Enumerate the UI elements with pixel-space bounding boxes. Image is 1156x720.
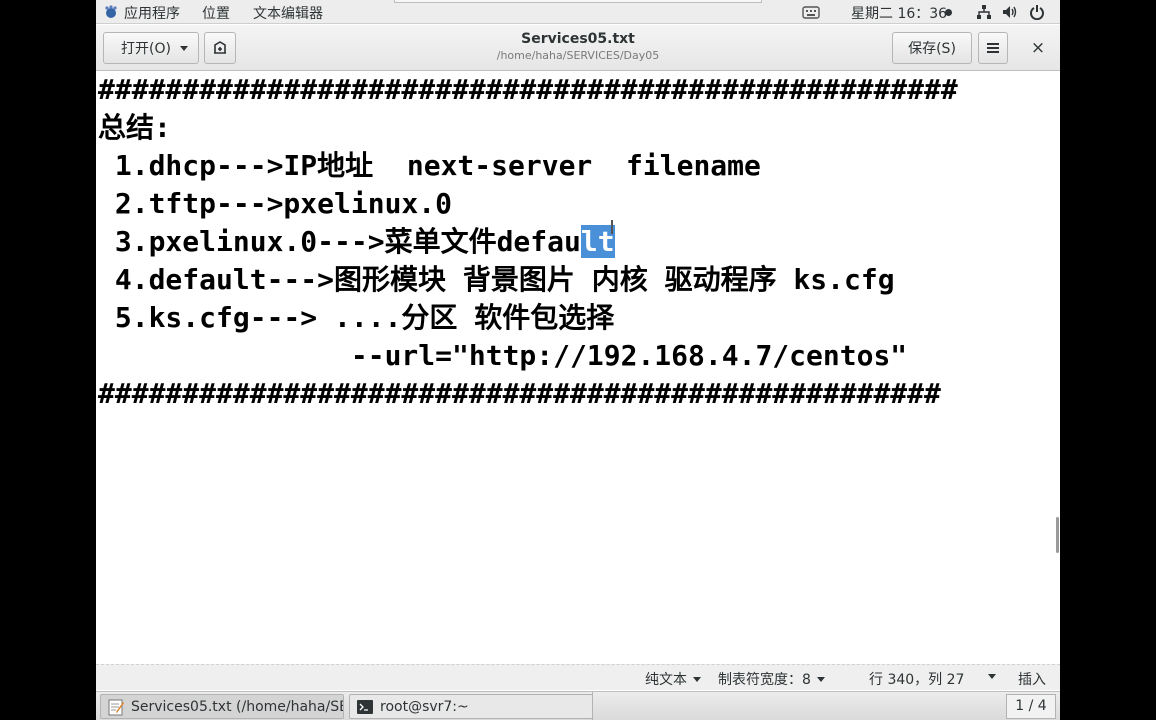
taskbar-item-label: Services05.txt (/home/haha/SERVIC··· xyxy=(131,698,343,715)
chevron-down-icon[interactable] xyxy=(988,674,996,679)
workspace-indicator[interactable]: 1 / 4 xyxy=(1006,694,1056,719)
file-path: /home/haha/SERVICES/Day05 xyxy=(496,49,660,62)
power-icon[interactable] xyxy=(1029,4,1045,20)
menu-button[interactable] xyxy=(978,32,1008,64)
chevron-down-icon xyxy=(816,676,825,682)
editor-line: 总结: xyxy=(98,111,171,144)
new-document-button[interactable] xyxy=(204,32,236,64)
text-selection: lt xyxy=(580,225,615,258)
scrollbar-thumb[interactable] xyxy=(1056,517,1059,553)
editor-line: 3.pxelinux.0--->菜单文件default xyxy=(98,224,615,260)
text-editor-menu[interactable]: 文本编辑器 xyxy=(253,3,323,23)
keyboard-icon[interactable] xyxy=(802,5,820,19)
taskbar-item-terminal[interactable]: root@svr7:~ xyxy=(349,694,593,719)
editor-line: 2.tftp--->pxelinux.0 xyxy=(98,187,453,220)
text-editor-icon xyxy=(108,699,124,715)
screen: 应用程序 位置 文本编辑器 星期二 16：36 打开(O) Services05… xyxy=(96,0,1060,720)
editor-line: 1.dhcp--->IP地址 next-server filename xyxy=(98,149,761,182)
taskbar-item-label: root@svr7:~ xyxy=(380,698,469,715)
volume-icon[interactable] xyxy=(1002,4,1018,20)
editor-line: 5.ks.cfg---> ....分区 软件包选择 xyxy=(98,301,615,334)
places-menu[interactable]: 位置 xyxy=(202,3,230,23)
editor-line: --url="http://192.168.4.7/centos" xyxy=(98,339,908,372)
network-icon[interactable] xyxy=(976,4,992,20)
taskbar: Services05.txt (/home/haha/SERVIC··· roo… xyxy=(96,691,1060,720)
top-bar: 应用程序 位置 文本编辑器 星期二 16：36 xyxy=(96,0,1060,24)
open-button-label: 打开(O) xyxy=(121,41,171,57)
editor-line: 4.default--->图形模块 背景图片 内核 驱动程序 ks.cfg xyxy=(98,263,895,296)
open-button[interactable]: 打开(O) xyxy=(103,32,199,64)
language-selector[interactable]: 纯文本 xyxy=(645,669,701,689)
chevron-down-icon xyxy=(693,676,701,682)
text-editor-area[interactable]: ########################################… xyxy=(96,72,1060,664)
editor-line: ########################################… xyxy=(98,377,941,410)
tab-width-selector[interactable]: 制表符宽度：8 xyxy=(718,669,825,689)
new-document-icon xyxy=(214,41,226,54)
insert-mode-indicator: 插入 xyxy=(1018,669,1046,689)
activities-foot-icon[interactable] xyxy=(104,5,118,19)
mouse-ibeam-cursor xyxy=(611,220,613,234)
terminal-icon xyxy=(357,699,373,714)
tab-width-label: 制表符宽度：8 xyxy=(718,672,811,688)
language-label: 纯文本 xyxy=(645,672,687,688)
close-button[interactable]: × xyxy=(1026,37,1050,59)
cursor-position[interactable]: 行 340，列 27 xyxy=(869,669,964,689)
hamburger-icon xyxy=(987,43,999,53)
title-block: Services05.txt /home/haha/SERVICES/Day05 xyxy=(426,31,730,62)
editor-line: ########################################… xyxy=(98,73,958,106)
editor-line-text: 3.pxelinux.0--->菜单文件defau xyxy=(98,225,581,258)
insert-mode-label: 插入 xyxy=(1018,672,1046,688)
chevron-down-icon xyxy=(180,46,188,51)
save-button-label: 保存(S) xyxy=(908,41,956,57)
save-button[interactable]: 保存(S) xyxy=(892,32,972,64)
header-bar: 打开(O) Services05.txt /home/haha/SERVICES… xyxy=(96,25,1060,71)
top-overlay-edge xyxy=(394,0,762,3)
status-bar: 纯文本 制表符宽度：8 行 340，列 27 插入 xyxy=(96,664,1060,690)
applications-menu[interactable]: 应用程序 xyxy=(124,3,180,23)
cursor-position-label: 行 340，列 27 xyxy=(869,672,965,688)
file-title: Services05.txt xyxy=(521,31,635,47)
clock[interactable]: 星期二 16：36 xyxy=(851,3,947,23)
status-dot-icon xyxy=(945,9,952,16)
taskbar-item-editor[interactable]: Services05.txt (/home/haha/SERVIC··· xyxy=(100,694,344,719)
